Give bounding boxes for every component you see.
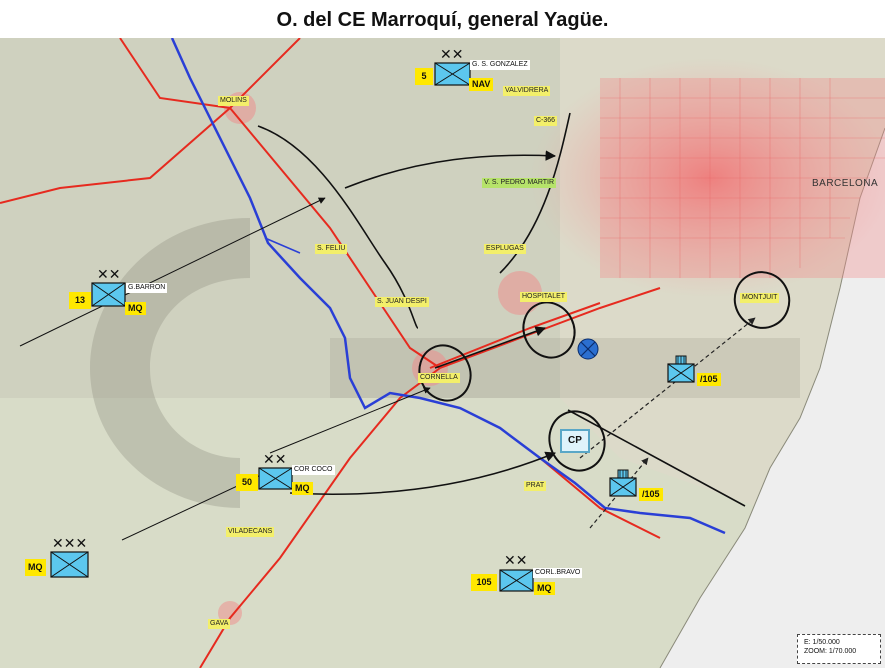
scale-box: E: 1/50.000 ZOOM: 1/70.000 — [797, 634, 881, 664]
unit-50-number: 50 — [236, 474, 258, 491]
unit-5-commander: G. S. GONZALEZ — [470, 60, 530, 70]
place-barcelona: BARCELONA — [812, 178, 879, 189]
unit-50-tag: MQ — [292, 482, 313, 495]
watermark-band — [330, 338, 800, 398]
unit-5-number: 5 — [415, 68, 433, 85]
unit-105-tag: MQ — [534, 582, 555, 595]
artillery-1-tag: /105 — [697, 373, 721, 386]
unit-13-number: 13 — [69, 292, 91, 309]
place-hospitalet: HOSPITALET — [520, 292, 568, 302]
place-juan-despi: S. JUAN DESPI — [375, 297, 429, 307]
map-area[interactable]: ✕✕ ✕✕ ✕✕ ✕✕✕ ✕✕ MOLINS VALVIDRERA C-366 … — [0, 38, 885, 668]
place-molins: MOLINS — [218, 96, 249, 106]
unit-13-commander: G.BARRON — [126, 283, 168, 293]
svg-text:✕✕: ✕✕ — [263, 451, 286, 467]
army-symbol: ✕✕✕ — [50, 535, 89, 578]
artillery-2-tag: /105 — [639, 488, 663, 501]
enemy-marker — [577, 338, 599, 360]
svg-text:✕✕: ✕✕ — [504, 552, 527, 568]
scale-zoom: ZOOM: 1/70.000 — [804, 648, 857, 655]
place-prat: PRAT — [524, 481, 547, 491]
unit-105-number: 105 — [471, 574, 497, 591]
scale-e: E: 1/50.000 — [804, 639, 840, 646]
place-sfeliu: S. FELIU — [315, 244, 348, 254]
place-esplugas: ESPLUGAS — [484, 244, 526, 254]
place-valvidrera: VALVIDRERA — [503, 86, 551, 96]
command-post[interactable]: CP — [560, 429, 590, 453]
svg-text:✕✕✕: ✕✕✕ — [52, 535, 87, 551]
place-pedro-martir: V. S. PEDRO MARTIR — [482, 178, 557, 188]
place-gava: GAVA — [208, 619, 231, 629]
place-cornella: CORNELLA — [418, 373, 460, 383]
place-montjuit: MONTJUIT — [740, 293, 780, 303]
army-tag: MQ — [25, 559, 46, 576]
place-viladecans: VILADECANS — [226, 527, 275, 537]
svg-text:✕✕: ✕✕ — [97, 266, 120, 282]
unit-13-tag: MQ — [125, 302, 146, 315]
unit-105-commander: CORL.BRAVO — [533, 568, 583, 578]
unit-13-symbol: ✕✕ — [91, 266, 126, 307]
unit-5-tag: NAV — [469, 78, 494, 91]
page-title: O. del CE Marroquí, general Yagüe. — [276, 9, 609, 31]
command-post-label: CP — [568, 435, 582, 446]
svg-text:✕✕: ✕✕ — [440, 46, 463, 62]
place-c366: C-366 — [534, 116, 558, 126]
unit-50-commander: COR COCO — [292, 465, 335, 475]
map-canvas: ✕✕ ✕✕ ✕✕ ✕✕✕ ✕✕ — [0, 38, 885, 668]
